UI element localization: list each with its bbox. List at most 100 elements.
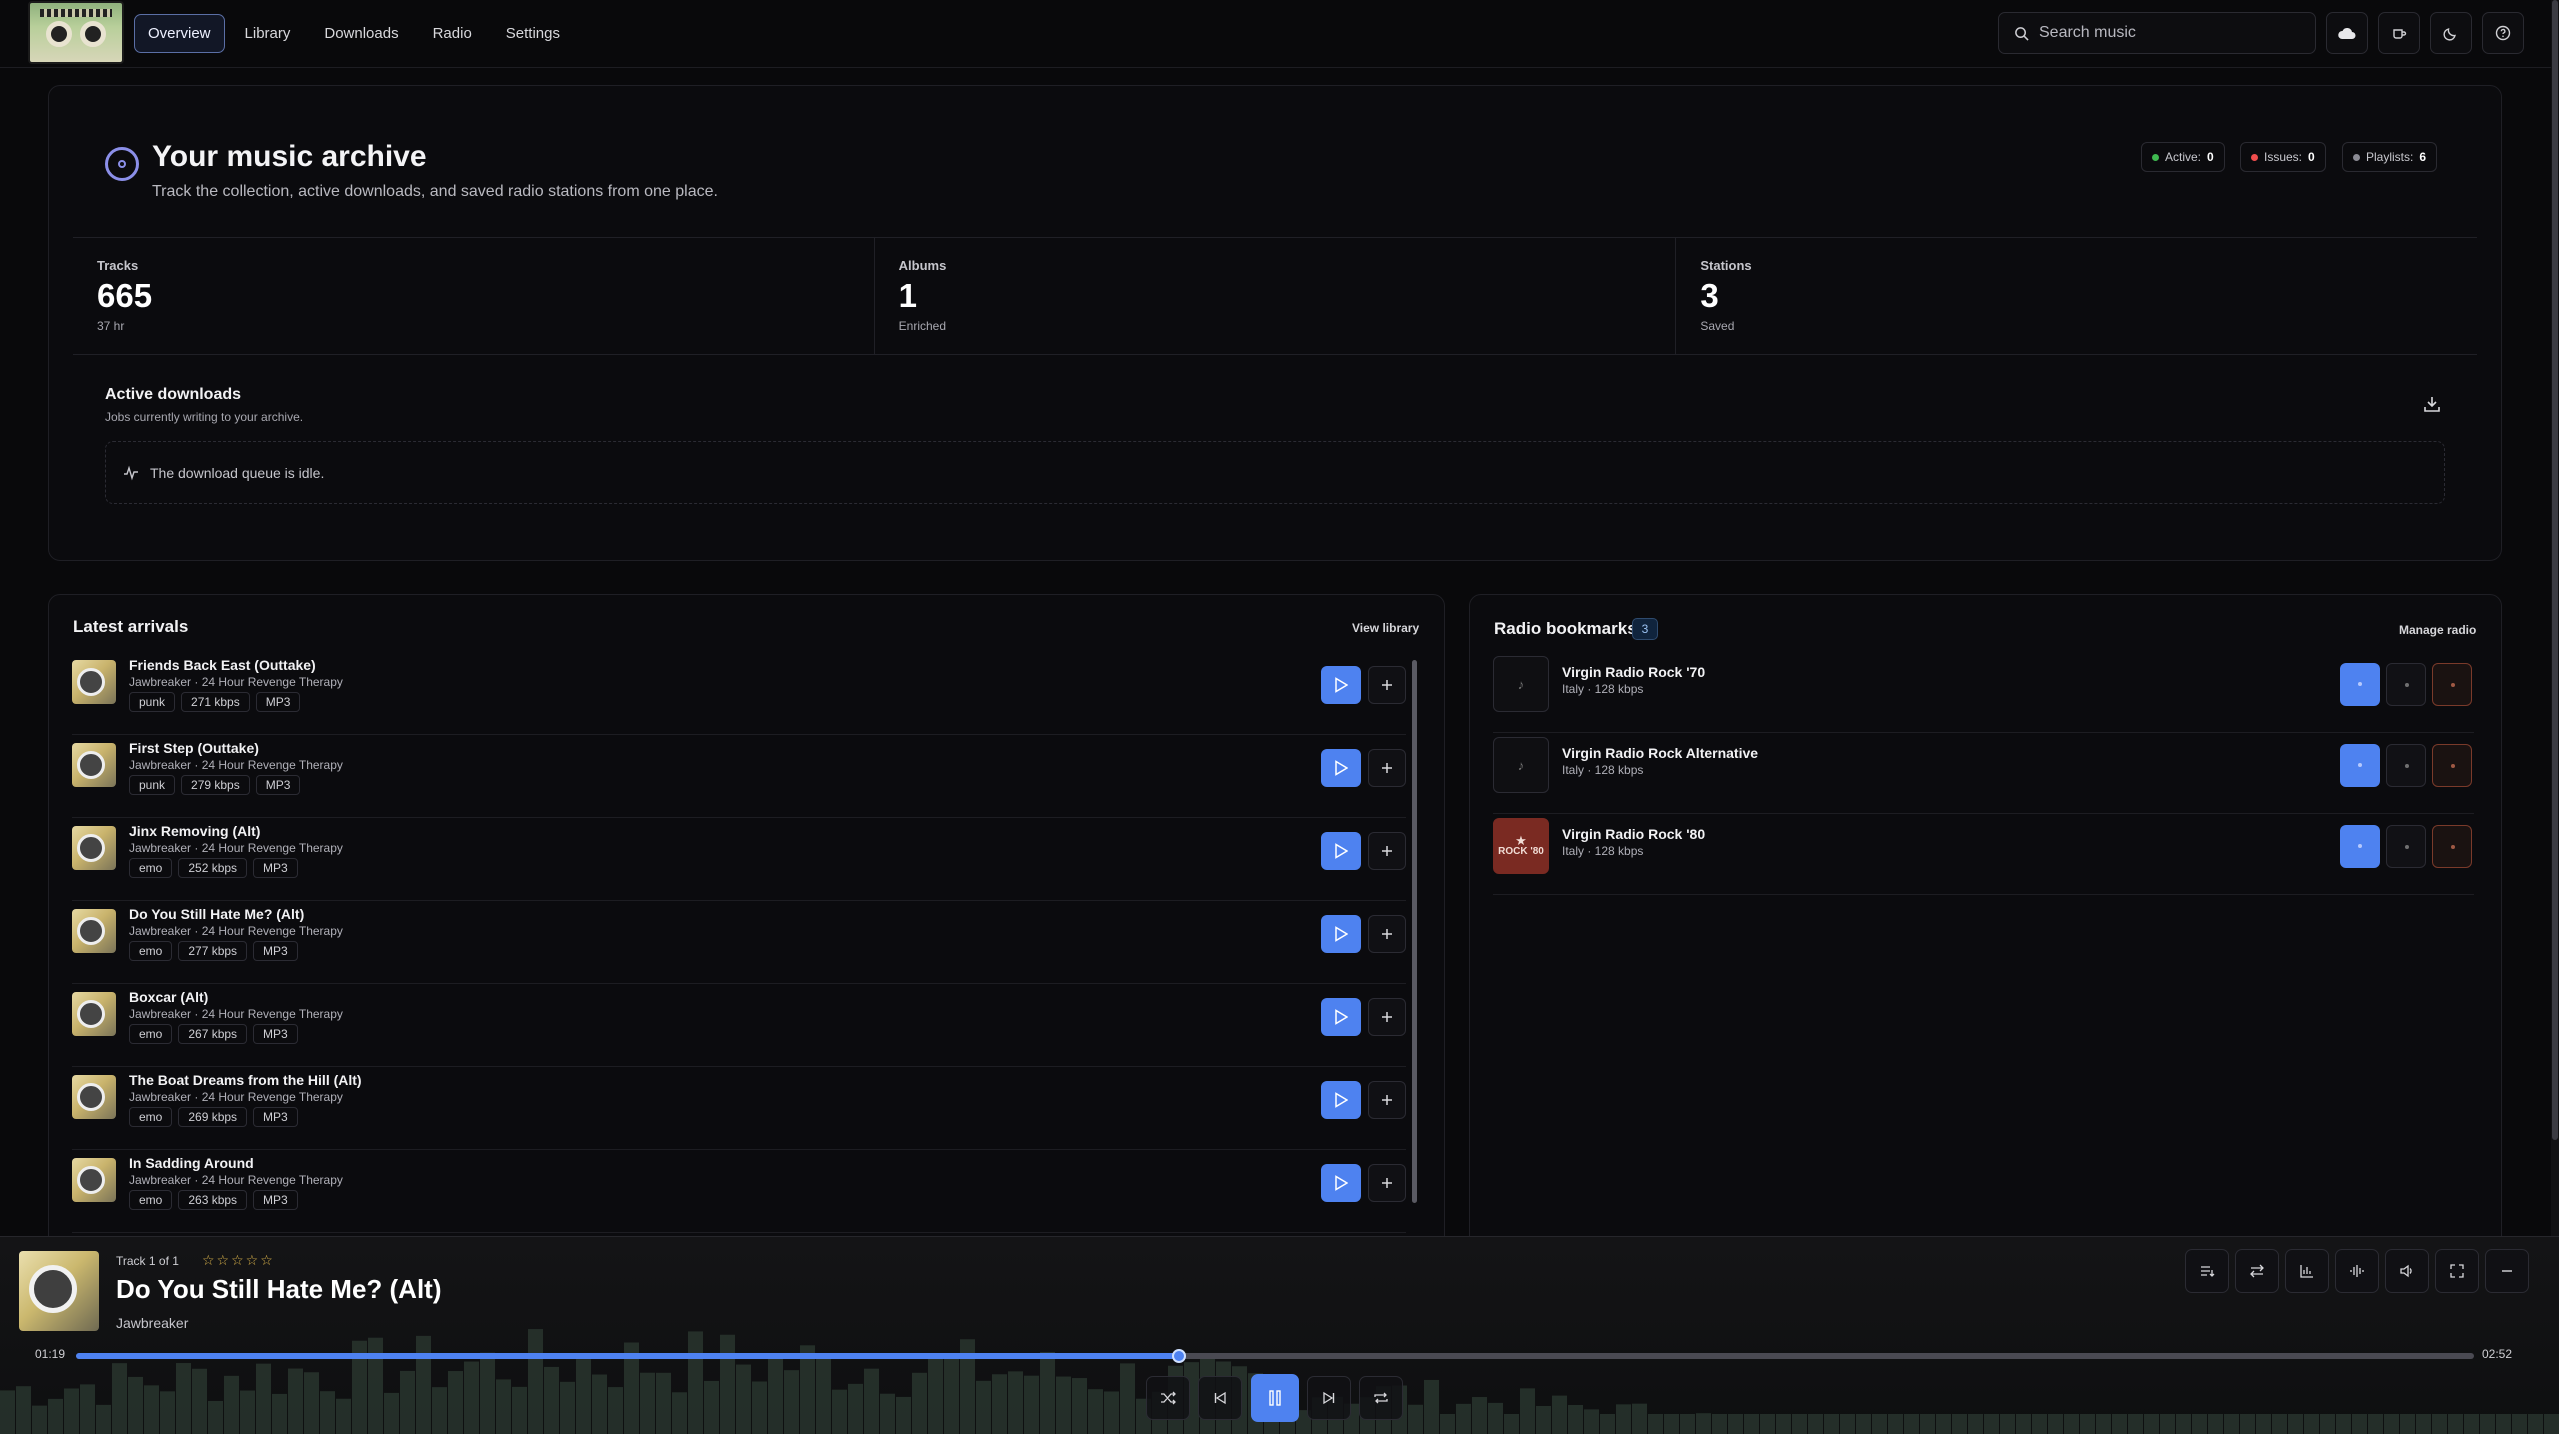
list-scrollbar[interactable] (1412, 660, 1417, 1203)
edit-station-button[interactable] (2386, 825, 2426, 868)
add-to-queue-button[interactable] (1368, 749, 1406, 787)
waveform-bar (2384, 1414, 2399, 1434)
maximize-icon (2450, 1264, 2464, 1278)
waveform-bar (0, 1390, 15, 1434)
tab-settings[interactable]: Settings (492, 14, 574, 53)
delete-station-button[interactable] (2432, 825, 2472, 868)
music-note-icon: ♪ (1517, 676, 1525, 692)
rating-stars[interactable]: ☆☆☆☆☆ (202, 1252, 275, 1269)
station-name: Virgin Radio Rock '80 (1562, 826, 1706, 842)
stat-sub: Saved (1700, 319, 1735, 333)
delete-station-button[interactable] (2432, 744, 2472, 787)
play-icon (1335, 926, 1348, 942)
stats-button[interactable] (2285, 1249, 2329, 1293)
waveform-bar (912, 1372, 927, 1434)
waveform-bar (560, 1381, 575, 1434)
track-tags: emo 277 kbps MP3 (129, 941, 298, 961)
track-meta: Jawbreaker · 24 Hour Revenge Therapy (129, 924, 343, 938)
play-track-button[interactable] (1321, 832, 1361, 870)
help-button[interactable] (2482, 12, 2524, 54)
station-meta: Italy · 128 kbps (1562, 682, 1644, 696)
add-to-queue-button[interactable] (1368, 666, 1406, 704)
waveform-bar (2448, 1414, 2463, 1434)
pause-button[interactable] (1251, 1374, 1299, 1422)
album-cover (72, 826, 116, 870)
waveform-bar (1120, 1363, 1135, 1434)
app-logo[interactable] (28, 1, 124, 64)
transfer-button[interactable] (2235, 1249, 2279, 1293)
waveform-bar (2512, 1414, 2527, 1434)
track-row[interactable]: Friends Back East (Outtake) Jawbreaker ·… (72, 652, 1406, 735)
tab-library[interactable]: Library (231, 14, 305, 53)
seek-bar[interactable] (76, 1349, 2474, 1363)
shuffle-button[interactable] (1146, 1376, 1190, 1420)
station-row[interactable]: ★ ROCK '80 Virgin Radio Rock '80 Italy · … (1493, 814, 2474, 895)
edit-station-button[interactable] (2386, 744, 2426, 787)
theme-button[interactable] (2430, 12, 2472, 54)
station-row[interactable]: ♪ Virgin Radio Rock Alternative Italy · … (1493, 733, 2474, 814)
play-station-button[interactable] (2340, 825, 2380, 868)
fullscreen-button[interactable] (2435, 1249, 2479, 1293)
play-station-button[interactable] (2340, 744, 2380, 787)
tab-downloads[interactable]: Downloads (310, 14, 412, 53)
view-library-link[interactable]: View library (1352, 621, 1419, 635)
tab-radio[interactable]: Radio (419, 14, 486, 53)
track-row[interactable]: First Step (Outtake) Jawbreaker · 24 Hou… (72, 735, 1406, 818)
seek-handle[interactable] (1172, 1349, 1187, 1363)
play-track-button[interactable] (1321, 915, 1361, 953)
waveform-bar (2016, 1414, 2031, 1434)
waveform-bar (2352, 1414, 2367, 1434)
equalizer-button[interactable] (2335, 1249, 2379, 1293)
waveform-bar (80, 1384, 95, 1434)
cup-button[interactable] (2378, 12, 2420, 54)
track-row[interactable]: Do You Still Hate Me? (Alt) Jawbreaker ·… (72, 901, 1406, 984)
play-track-button[interactable] (1321, 1081, 1361, 1119)
waveform-bar (512, 1386, 527, 1434)
tab-overview[interactable]: Overview (134, 14, 225, 53)
page-scrollbar[interactable] (2551, 0, 2559, 1236)
station-row[interactable]: ♪ Virgin Radio Rock '70 Italy · 128 kbps (1493, 652, 2474, 733)
edit-station-button[interactable] (2386, 663, 2426, 706)
play-dot-icon (2358, 682, 2362, 686)
minimize-button[interactable] (2485, 1249, 2529, 1293)
volume-button[interactable] (2385, 1249, 2429, 1293)
play-track-button[interactable] (1321, 998, 1361, 1036)
next-button[interactable] (1307, 1376, 1351, 1420)
waveform-bar (688, 1331, 703, 1434)
track-row[interactable]: In Sadding Around Jawbreaker · 24 Hour R… (72, 1150, 1406, 1233)
add-to-queue-button[interactable] (1368, 998, 1406, 1036)
play-icon (1335, 1009, 1348, 1025)
add-to-queue-button[interactable] (1368, 1164, 1406, 1202)
track-tag: 252 kbps (178, 858, 248, 878)
delete-station-button[interactable] (2432, 663, 2472, 706)
manage-radio-link[interactable]: Manage radio (2399, 623, 2476, 637)
play-track-button[interactable] (1321, 749, 1361, 787)
download-icon[interactable] (2423, 395, 2441, 413)
add-to-queue-button[interactable] (1368, 832, 1406, 870)
waveform-bar (1808, 1414, 1823, 1434)
track-row[interactable]: Boxcar (Alt) Jawbreaker · 24 Hour Reveng… (72, 984, 1406, 1067)
waveform-bar (240, 1390, 255, 1434)
track-tag: MP3 (253, 1107, 298, 1127)
status-dot-icon (2353, 153, 2360, 161)
waveform-bar (1616, 1404, 1631, 1434)
waveform-bar (1600, 1414, 1615, 1434)
add-to-queue-button[interactable] (1368, 915, 1406, 953)
track-tag: emo (129, 1190, 173, 1210)
play-track-button[interactable] (1321, 666, 1361, 704)
track-row[interactable]: Jinx Removing (Alt) Jawbreaker · 24 Hour… (72, 818, 1406, 901)
search-input[interactable]: Search music (1998, 12, 2316, 54)
previous-button[interactable] (1198, 1376, 1242, 1420)
waveform-bar (128, 1376, 143, 1434)
add-to-queue-button[interactable] (1368, 1081, 1406, 1119)
repeat-button[interactable] (1359, 1376, 1403, 1420)
track-row[interactable]: The Boat Dreams from the Hill (Alt) Jawb… (72, 1067, 1406, 1150)
waveform-bar (608, 1387, 623, 1434)
queue-button[interactable] (2185, 1249, 2229, 1293)
waveform-bar (1952, 1414, 1967, 1434)
track-title: The Boat Dreams from the Hill (Alt) (129, 1072, 362, 1088)
play-track-button[interactable] (1321, 1164, 1361, 1202)
waveform-bar (1520, 1388, 1535, 1434)
play-station-button[interactable] (2340, 663, 2380, 706)
cloud-button[interactable] (2326, 12, 2368, 54)
